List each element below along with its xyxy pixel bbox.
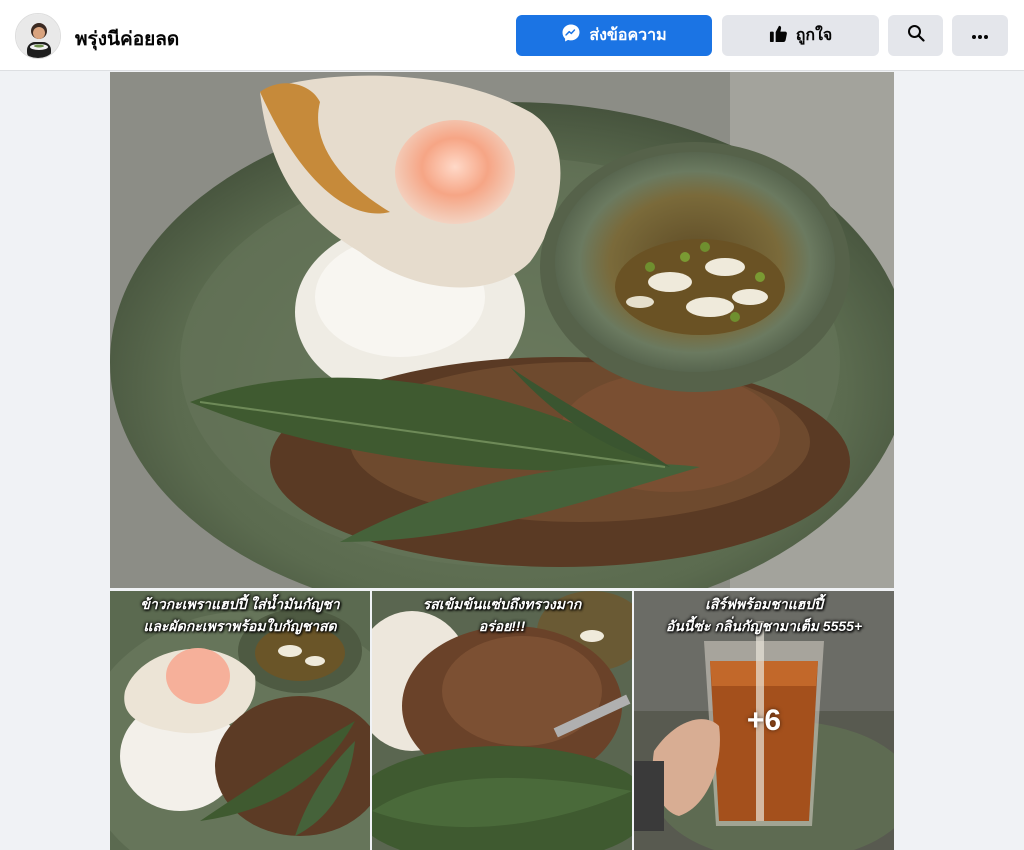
caption-line: อร่อย!!! — [478, 618, 526, 634]
caption-line: และผัดกะเพราพร้อมใบกัญชาสด — [143, 618, 337, 634]
send-message-button[interactable]: ส่งข้อความ — [516, 15, 712, 56]
messenger-icon — [561, 23, 581, 48]
photo-thumbnail-2[interactable]: รสเข้มข้นแซ่บถึงทรวงมาก อร่อย!!! — [372, 591, 632, 850]
main-photo[interactable] — [110, 72, 894, 588]
photo-thumbnail-1[interactable]: ข้าวกะเพราแฮปปี้ ใส่น้ำมันกัญชา และผัดกะ… — [110, 591, 370, 850]
more-horizontal-icon — [971, 27, 989, 45]
more-photos-count[interactable]: +6 — [634, 591, 894, 850]
caption-line: ข้าวกะเพราแฮปปี้ ใส่น้ำมันกัญชา — [140, 596, 340, 612]
thumbs-up-icon — [769, 24, 788, 48]
page-avatar[interactable] — [15, 13, 61, 59]
page-name[interactable]: พรุ่งนีค่อยลด — [75, 24, 179, 54]
send-message-label: ส่งข้อความ — [589, 27, 667, 44]
search-icon — [907, 24, 925, 47]
like-page-button[interactable]: ถูกใจ — [722, 15, 879, 56]
caption-line: รสเข้มข้นแซ่บถึงทรวงมาก — [422, 596, 582, 612]
photo-thumbnail-3[interactable]: เสิร์ฟพร้อมชาแฮปปี้ อันนี้ซ่ะ กลิ่นกัญชา… — [634, 591, 894, 850]
more-options-button[interactable] — [952, 15, 1008, 56]
page-header: พรุ่งนีค่อยลด ส่งข้อความ ถูกใจ — [0, 0, 1024, 71]
search-button[interactable] — [888, 15, 943, 56]
photo-caption: รสเข้มข้นแซ่บถึงทรวงมาก อร่อย!!! — [372, 593, 632, 637]
like-label: ถูกใจ — [795, 27, 833, 44]
photo-caption: ข้าวกะเพราแฮปปี้ ใส่น้ำมันกัญชา และผัดกะ… — [110, 593, 370, 637]
